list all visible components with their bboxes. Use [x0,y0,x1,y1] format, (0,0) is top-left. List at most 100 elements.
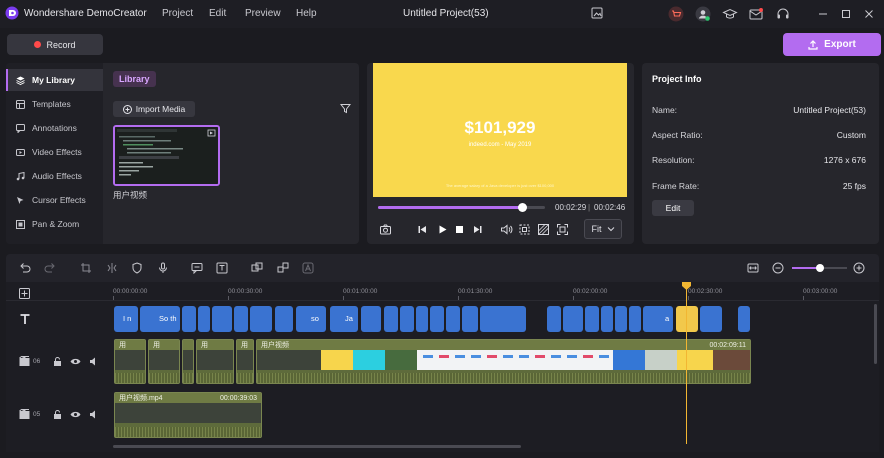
caption-clip[interactable] [212,306,232,332]
fit-timeline-icon[interactable] [747,262,759,274]
crop-tool-icon[interactable] [80,262,92,274]
volume-icon[interactable] [500,223,513,236]
zoom-in-icon[interactable] [853,262,865,274]
caption-clip[interactable] [462,306,478,332]
fullscreen-icon[interactable] [556,223,569,236]
video-clip-main[interactable]: 用户视频 00:02:09:11 [256,339,751,384]
add-track-icon[interactable] [19,288,30,299]
sidebar-item-my-library[interactable]: My Library [6,69,103,91]
caption-clip[interactable] [250,306,272,332]
sidebar-item-audio-effects[interactable]: Audio Effects [6,165,103,187]
video-clip[interactable]: 用 [114,339,146,384]
timeline-vertical-scrollbar[interactable] [874,304,877,364]
video-clip[interactable]: 用 [196,339,234,384]
lock-icon[interactable] [52,409,63,420]
import-media-button[interactable]: Import Media [113,101,195,117]
maximize-icon[interactable] [838,6,856,22]
project-info-panel [642,63,879,244]
caption-clip[interactable] [629,306,641,332]
caption-clip[interactable] [182,306,196,332]
video-clip[interactable]: 用 [148,339,180,384]
video-clip[interactable]: 用 [236,339,254,384]
caption-clip[interactable] [601,306,613,332]
caption-icon[interactable] [191,262,203,274]
timeline-horizontal-scrollbar[interactable] [113,445,521,448]
ai-icon[interactable] [302,262,314,274]
redo-icon[interactable] [44,262,56,274]
text-track-icon [19,313,31,325]
split-icon[interactable] [106,262,118,274]
group-icon[interactable] [251,262,263,274]
ruler-label: 00:01:30:00 [458,288,493,295]
caption-clip[interactable] [234,306,248,332]
speaker-icon[interactable] [89,409,100,420]
caption-clip[interactable] [330,306,358,332]
caption-clip[interactable] [198,306,210,332]
playback-progress-handle[interactable] [518,203,527,212]
filter-icon[interactable] [340,103,351,114]
record-button[interactable]: Record [7,34,103,55]
eye-icon[interactable] [70,409,81,420]
mark-icon[interactable] [131,262,143,274]
sidebar-item-cursor-effects[interactable]: Cursor Effects [6,189,103,211]
speaker-icon[interactable] [89,356,100,367]
caption-clip[interactable] [384,306,398,332]
caption-clip[interactable] [480,306,526,332]
text-box-icon[interactable] [216,262,228,274]
screenshot-icon[interactable] [590,6,608,22]
minimize-icon[interactable] [815,6,833,22]
close-icon[interactable] [861,6,879,22]
caption-clip[interactable] [547,306,561,332]
annotation-icon [16,123,25,133]
microphone-icon[interactable] [157,262,169,274]
crop-icon[interactable] [518,223,531,236]
next-frame-icon[interactable] [471,223,484,236]
menu-edit[interactable]: Edit [209,8,226,19]
caption-clip[interactable] [275,306,293,332]
caption-clip[interactable] [400,306,414,332]
playhead[interactable] [686,286,687,444]
zoom-slider-handle[interactable] [816,264,824,272]
playhead-handle[interactable] [682,282,691,290]
sidebar-item-pan-zoom[interactable]: Pan & Zoom [6,213,103,235]
caption-clip[interactable] [615,306,627,332]
zoom-fit-select[interactable]: Fit [584,219,622,239]
sidebar-item-templates[interactable]: Templates [6,93,103,115]
previous-frame-icon[interactable] [416,223,429,236]
sidebar-item-label: Audio Effects [32,171,82,181]
menu-help[interactable]: Help [296,8,317,19]
ungroup-icon[interactable] [277,262,289,274]
play-icon[interactable] [436,223,449,236]
caption-clip[interactable] [700,306,722,332]
graduation-icon[interactable] [722,6,740,22]
cart-icon[interactable] [668,6,686,22]
video-clip[interactable] [182,339,194,384]
media-thumbnail[interactable] [113,125,220,186]
support-icon[interactable] [775,6,793,22]
account-icon[interactable] [695,6,713,22]
caption-clip-selected[interactable] [676,306,698,332]
eye-icon[interactable] [70,356,81,367]
caption-clip[interactable] [738,306,750,332]
menu-project[interactable]: Project [162,8,193,19]
caption-clip[interactable] [585,306,599,332]
caption-clip[interactable] [563,306,583,332]
caption-clip[interactable] [416,306,428,332]
safe-zone-icon[interactable] [537,223,550,236]
mail-icon[interactable] [748,6,766,22]
menu-preview[interactable]: Preview [245,8,281,19]
stop-icon[interactable] [453,223,466,236]
sidebar-item-annotations[interactable]: Annotations [6,117,103,139]
caption-clip[interactable] [361,306,381,332]
export-button[interactable]: Export [783,33,881,56]
lock-icon[interactable] [52,356,63,367]
sidebar-item-video-effects[interactable]: Video Effects [6,141,103,163]
caption-clip[interactable] [430,306,444,332]
record-dot-icon [34,41,42,48]
undo-icon[interactable] [19,262,31,274]
edit-project-button[interactable]: Edit [652,200,694,216]
zoom-out-icon[interactable] [772,262,784,274]
video-clip[interactable]: 用户视频.mp4 00:00:39:03 [114,392,262,438]
snapshot-icon[interactable] [379,223,392,236]
caption-clip[interactable] [446,306,460,332]
